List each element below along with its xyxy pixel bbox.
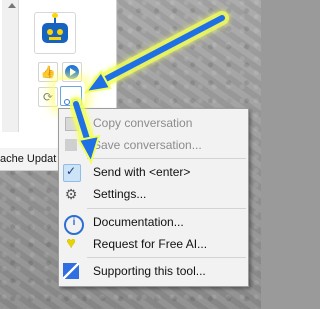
robot-antenna-icon [52, 13, 58, 23]
check-icon [63, 164, 81, 182]
thumbs-up-icon: 👍 [40, 65, 56, 79]
menu-item-label: Documentation... [93, 215, 184, 229]
heart-icon: ♥ [66, 235, 76, 252]
robot-eye-left [47, 29, 53, 35]
play-button[interactable] [62, 62, 82, 82]
bot-avatar-button[interactable] [34, 12, 76, 54]
robot-icon [42, 23, 68, 43]
support-icon [63, 263, 79, 279]
save-icon [65, 139, 77, 151]
refresh-icon: ⟳ [42, 90, 54, 104]
menu-item-save-conversation[interactable]: Save conversation... [59, 134, 248, 156]
robot-mouth [49, 37, 61, 40]
copy-icon [65, 117, 79, 131]
thumbs-up-button[interactable]: 👍 [38, 62, 58, 82]
menu-item-label: Supporting this tool... [93, 264, 206, 278]
context-menu: Copy conversation Save conversation... S… [58, 108, 249, 287]
menu-item-label: Request for Free AI... [93, 237, 208, 251]
status-text: ache Updat [0, 148, 62, 171]
menu-separator [87, 158, 246, 159]
menu-item-settings[interactable]: ⚙ Settings... [59, 183, 248, 205]
highlight-ring [55, 80, 85, 108]
menu-separator [87, 208, 246, 209]
menu-item-send-with-enter[interactable]: Send with <enter> [59, 161, 248, 183]
menu-item-label: Settings... [93, 187, 147, 201]
menu-item-label: Copy conversation [93, 116, 193, 130]
menu-item-copy-conversation[interactable]: Copy conversation [59, 112, 248, 134]
menu-separator [87, 257, 246, 258]
menu-item-label: Save conversation... [93, 138, 202, 152]
menu-item-supporting-tool[interactable]: Supporting this tool... [59, 260, 248, 282]
vertical-scrollbar[interactable] [2, 0, 19, 132]
play-icon [65, 65, 79, 79]
menu-item-label: Send with <enter> [93, 165, 191, 179]
menu-item-documentation[interactable]: i Documentation... [59, 211, 248, 235]
info-icon: i [64, 215, 84, 235]
gear-icon: ⚙ [64, 186, 78, 202]
robot-eye-right [57, 29, 63, 35]
scroll-up-arrow-icon[interactable] [6, 3, 18, 11]
menu-item-request-free-ai[interactable]: ♥ Request for Free AI... [59, 233, 248, 255]
